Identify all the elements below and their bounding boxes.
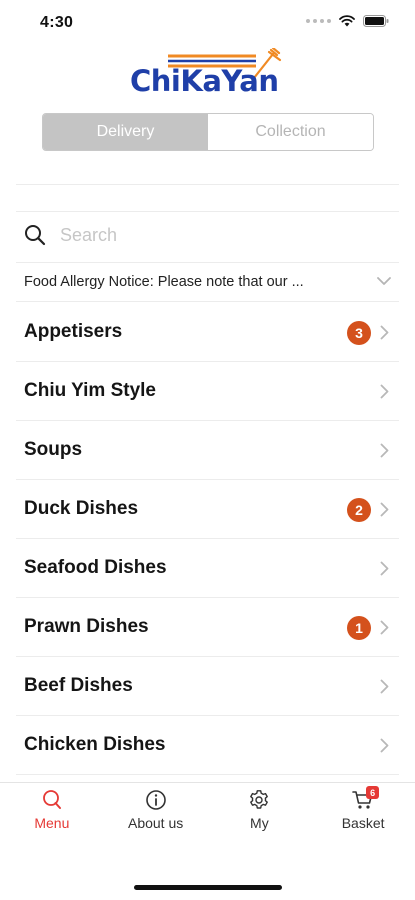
bottom-tab-bar: Menu About us My 6 Basket	[0, 782, 415, 842]
chevron-right-icon	[380, 502, 389, 517]
category-item[interactable]: Appetisers 3	[16, 303, 399, 362]
category-item[interactable]: Beef Dishes	[16, 657, 399, 716]
home-indicator	[134, 885, 282, 890]
divider	[16, 184, 399, 185]
basket-count-badge: 6	[366, 786, 380, 799]
chevron-right-icon	[380, 738, 389, 753]
category-label: Soups	[24, 439, 83, 460]
category-label: Chicken Dishes	[24, 734, 166, 755]
status-time: 4:30	[40, 14, 74, 31]
info-icon	[145, 790, 166, 810]
tab-basket[interactable]: 6 Basket	[311, 783, 415, 842]
tab-menu[interactable]: Menu	[0, 783, 104, 842]
category-label: Seafood Dishes	[24, 557, 167, 578]
tab-label: About us	[127, 815, 184, 831]
chevron-right-icon	[380, 679, 389, 694]
search-bar	[16, 212, 399, 258]
chevron-right-icon	[380, 325, 389, 340]
category-item[interactable]: Soups	[16, 421, 399, 480]
tab-label: My	[250, 815, 269, 831]
chevron-right-icon	[380, 620, 389, 635]
battery-icon	[363, 15, 389, 27]
collection-option[interactable]: Collection	[208, 114, 373, 150]
search-icon	[42, 790, 61, 809]
wifi-icon	[339, 15, 355, 27]
search-input[interactable]	[60, 224, 340, 246]
tab-label: Basket	[341, 815, 385, 831]
chevron-right-icon	[380, 443, 389, 458]
item-count-badge: 1	[347, 616, 371, 640]
category-list: Appetisers 3 Chiu Yim Style Soups Duck Dishe…	[16, 303, 399, 775]
allergy-notice-text: Food Allergy Notice: Please note that ou…	[24, 274, 304, 290]
search-icon	[25, 225, 46, 246]
status-bar: 4:30	[0, 0, 415, 44]
delivery-option[interactable]: Delivery	[43, 114, 208, 150]
signal-icon	[306, 19, 331, 23]
category-item[interactable]: Duck Dishes 2	[16, 480, 399, 539]
category-label: Appetisers	[24, 321, 123, 342]
category-item[interactable]: Chiu Yim Style	[16, 362, 399, 421]
category-label: Prawn Dishes	[24, 616, 149, 637]
chevron-right-icon	[380, 384, 389, 399]
logo-wordmark: ChiKaYan	[130, 64, 279, 98]
tab-label: Menu	[34, 815, 70, 831]
tab-about-us[interactable]: About us	[104, 783, 208, 842]
category-item[interactable]: Seafood Dishes	[16, 539, 399, 598]
category-item[interactable]: Chicken Dishes	[16, 716, 399, 775]
category-label: Chiu Yim Style	[24, 380, 156, 401]
category-item[interactable]: Prawn Dishes 1	[16, 598, 399, 657]
status-icons	[306, 15, 389, 27]
chevron-right-icon	[380, 561, 389, 576]
order-type-toggle: Delivery Collection	[42, 113, 374, 151]
category-label: Beef Dishes	[24, 675, 133, 696]
chevron-down-icon[interactable]	[377, 276, 391, 286]
gear-icon	[250, 790, 269, 809]
cart-icon-wrap: 6	[352, 786, 380, 811]
category-label: Duck Dishes	[24, 498, 139, 519]
item-count-badge: 2	[347, 498, 371, 522]
allergy-notice[interactable]: Food Allergy Notice: Please note that ou…	[16, 262, 399, 302]
item-count-badge: 3	[347, 321, 371, 345]
tab-my[interactable]: My	[208, 783, 312, 842]
